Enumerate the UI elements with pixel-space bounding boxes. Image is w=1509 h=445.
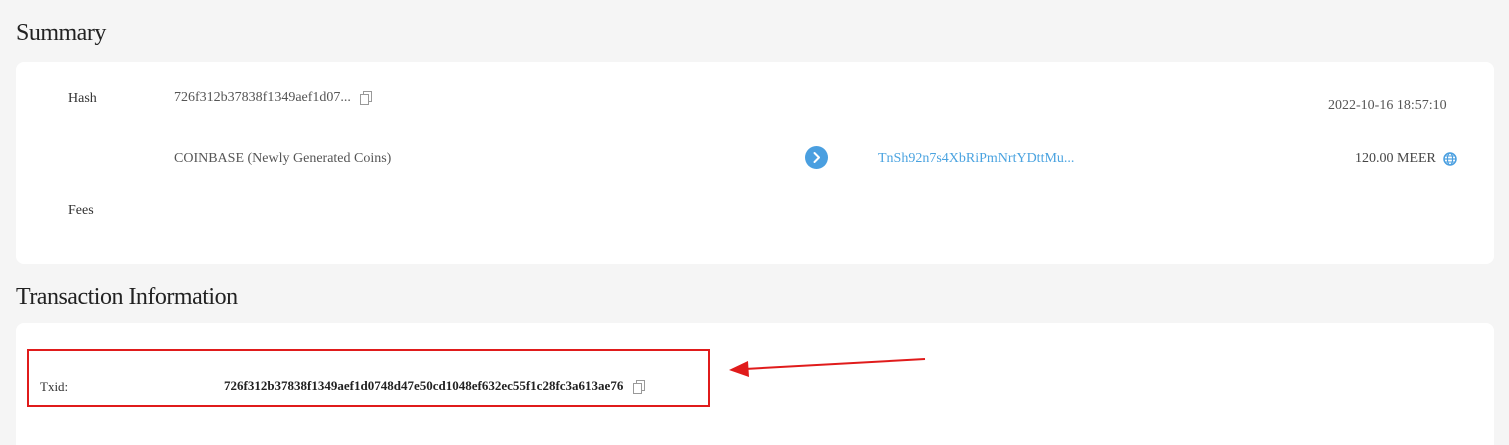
- annotation-arrow: [729, 358, 926, 377]
- output-amount: 120.00 MEER: [1355, 151, 1436, 166]
- fees-label: Fees: [68, 203, 94, 218]
- hash-value-row: 726f312b37838f1349aef1d07...: [174, 90, 373, 106]
- timestamp: 2022-10-16 18:57:10: [1328, 98, 1447, 113]
- copy-icon[interactable]: [360, 90, 373, 105]
- summary-card: Hash 726f312b37838f1349aef1d07... 2022-1…: [16, 62, 1494, 264]
- annotation-highlight-box: [27, 349, 710, 407]
- transaction-info-section-title: Transaction Information: [16, 284, 238, 310]
- hash-value[interactable]: 726f312b37838f1349aef1d07...: [174, 90, 351, 105]
- hash-label: Hash: [68, 91, 97, 106]
- chevron-right-icon: [805, 146, 828, 169]
- output-amount-row: 120.00 MEER: [1355, 151, 1458, 167]
- summary-section-title: Summary: [16, 20, 106, 46]
- output-address-link[interactable]: TnSh92n7s4XbRiPmNrtYDttMu...: [878, 151, 1074, 167]
- coinbase-input-label: COINBASE (Newly Generated Coins): [174, 151, 392, 166]
- globe-icon[interactable]: [1443, 152, 1458, 166]
